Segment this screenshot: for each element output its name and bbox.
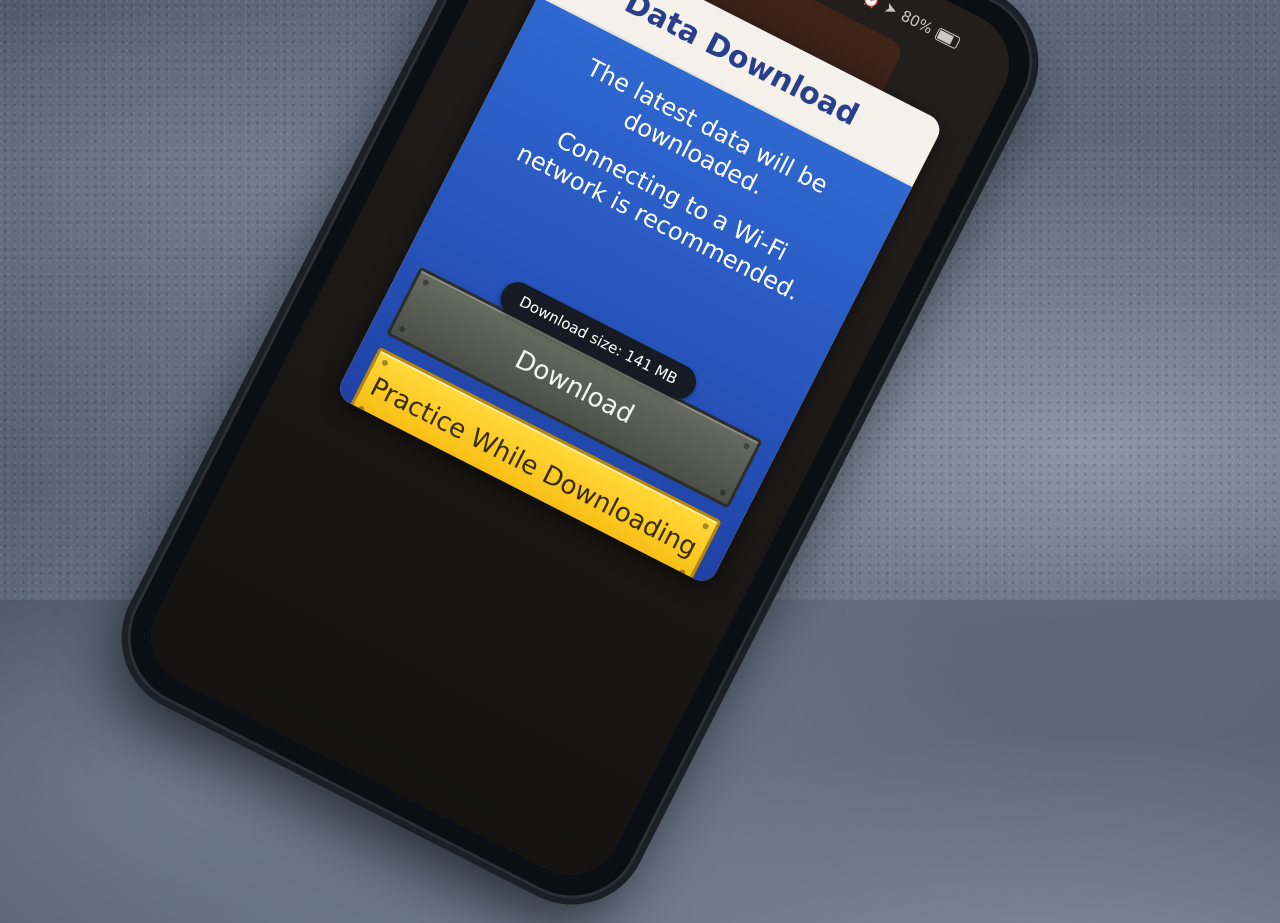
alarm-icon: ⏰: [859, 0, 884, 11]
button-rivet: [398, 324, 407, 334]
battery-percent: 80%: [897, 6, 936, 38]
button-rivet: [718, 488, 727, 497]
button-rivet: [678, 568, 687, 577]
button-rivet: [380, 358, 389, 367]
battery-icon: [934, 26, 962, 50]
button-rivet: [742, 442, 751, 451]
button-rivet: [357, 405, 366, 414]
location-icon: ➤: [881, 0, 901, 20]
button-rivet: [421, 278, 430, 287]
button-rivet: [701, 522, 710, 531]
